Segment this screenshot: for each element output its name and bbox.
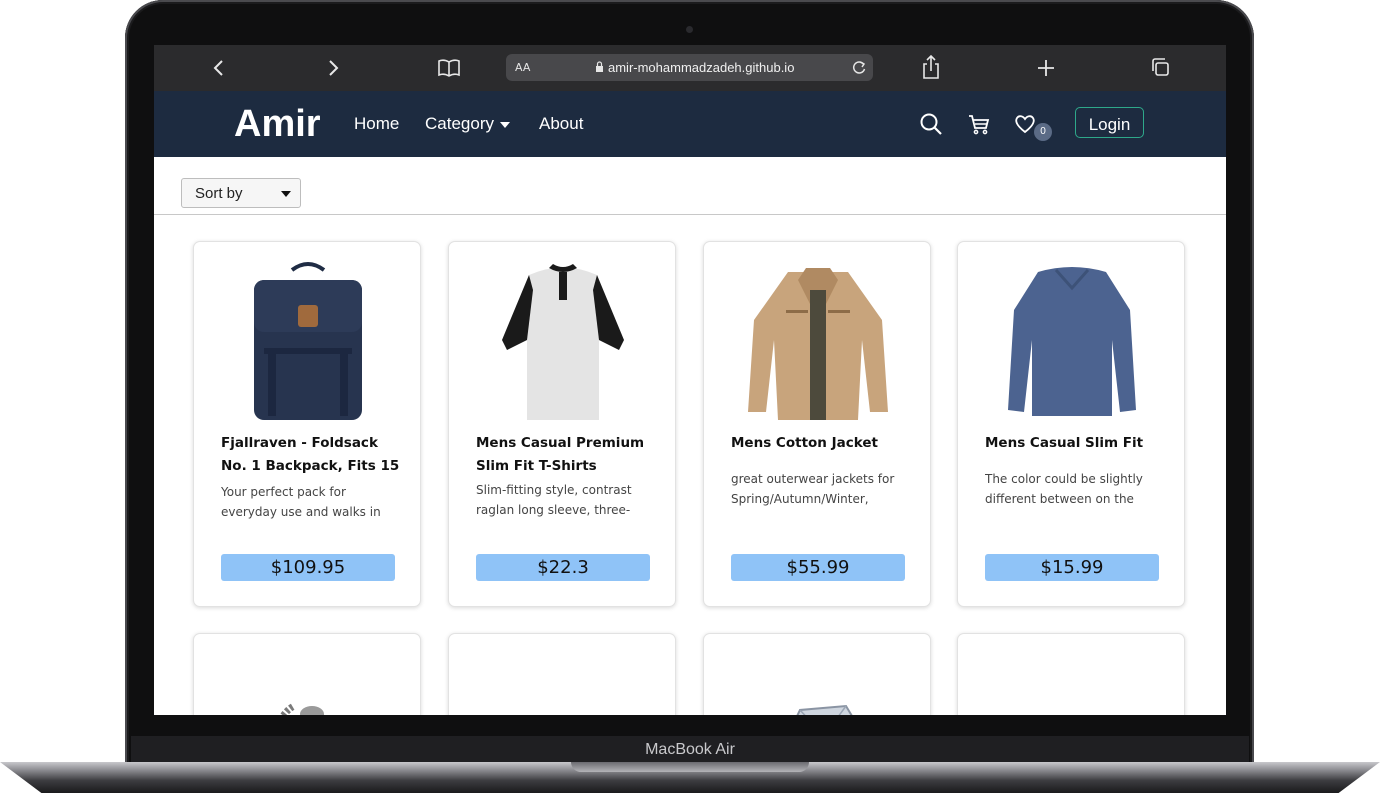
product-card[interactable]: Mens Casual Slim Fit The color could be … [957, 241, 1185, 607]
login-button[interactable]: Login [1075, 107, 1144, 138]
earrings-image [958, 642, 1185, 715]
product-price: $109.95 [221, 554, 395, 581]
laptop-notch [571, 762, 809, 772]
chevron-down-icon [281, 191, 291, 197]
diamond-ring-image [796, 704, 853, 715]
product-description: great outerwear jackets for Spring/Autum… [731, 472, 895, 506]
reload-icon[interactable] [851, 54, 867, 89]
new-tab-icon[interactable] [1036, 45, 1056, 91]
address-text: amir-mohammadzadeh.github.io [608, 60, 795, 75]
product-title[interactable]: Mens Casual Premium Slim Fit T-Shirts [476, 432, 656, 478]
tshirt-image [502, 264, 624, 420]
bracelet-image [279, 702, 325, 715]
search-icon[interactable] [918, 111, 944, 137]
product-card[interactable] [448, 633, 676, 715]
site-navbar: Amir Home Category About [154, 91, 1226, 157]
device-label: MacBook Air [645, 741, 735, 758]
nav-category-label: Category [425, 114, 494, 133]
product-card[interactable] [957, 633, 1185, 715]
jacket-image [748, 268, 888, 420]
sort-label: Sort by [195, 185, 243, 202]
ring-image [449, 642, 676, 715]
screen: AA amir-mohammadzadeh.github.io Amir Hom… [154, 45, 1226, 715]
product-description: Your perfect pack for everyday use and w… [221, 485, 381, 519]
browser-toolbar: AA amir-mohammadzadeh.github.io [154, 45, 1226, 91]
product-title[interactable]: Fjallraven - Foldsack No. 1 Backpack, Fi… [221, 432, 401, 478]
wishlist-count-badge: 0 [1034, 123, 1052, 141]
product-title[interactable]: Mens Casual Slim Fit [985, 432, 1165, 455]
bookmarks-icon[interactable] [437, 45, 461, 91]
tabs-icon[interactable] [1150, 45, 1172, 91]
chevron-down-icon [499, 121, 510, 128]
product-description: The color could be slightly different be… [985, 472, 1143, 506]
back-icon[interactable] [212, 45, 226, 91]
nav-about-link[interactable]: About [539, 91, 583, 157]
product-price: $55.99 [731, 554, 905, 581]
address-bar[interactable]: AA amir-mohammadzadeh.github.io [506, 54, 873, 81]
product-card[interactable]: Mens Casual Premium Slim Fit T-Shirts Sl… [448, 241, 676, 607]
sort-select[interactable]: Sort by [181, 178, 301, 208]
share-icon[interactable] [920, 45, 942, 91]
product-card[interactable]: Fjallraven - Foldsack No. 1 Backpack, Fi… [193, 241, 421, 607]
longsleeve-image [1008, 267, 1136, 416]
forward-icon[interactable] [326, 45, 340, 91]
product-price: $15.99 [985, 554, 1159, 581]
lock-icon [595, 54, 604, 91]
product-title[interactable]: Mens Cotton Jacket [731, 432, 911, 455]
backpack-image [254, 262, 362, 420]
product-card[interactable]: Mens Cotton Jacket great outerwear jacke… [703, 241, 931, 607]
product-card[interactable] [193, 633, 421, 715]
camera [686, 26, 693, 33]
site-logo[interactable]: Amir [234, 91, 321, 157]
divider [154, 214, 1226, 215]
text-size-button[interactable]: AA [515, 54, 530, 81]
nav-home-link[interactable]: Home [354, 91, 399, 157]
cart-icon[interactable] [966, 111, 992, 137]
product-card[interactable] [703, 633, 931, 715]
nav-category-dropdown[interactable]: Category [425, 91, 510, 157]
product-price: $22.3 [476, 554, 650, 581]
product-description: Slim-fitting style, contrast raglan long… [476, 483, 632, 517]
